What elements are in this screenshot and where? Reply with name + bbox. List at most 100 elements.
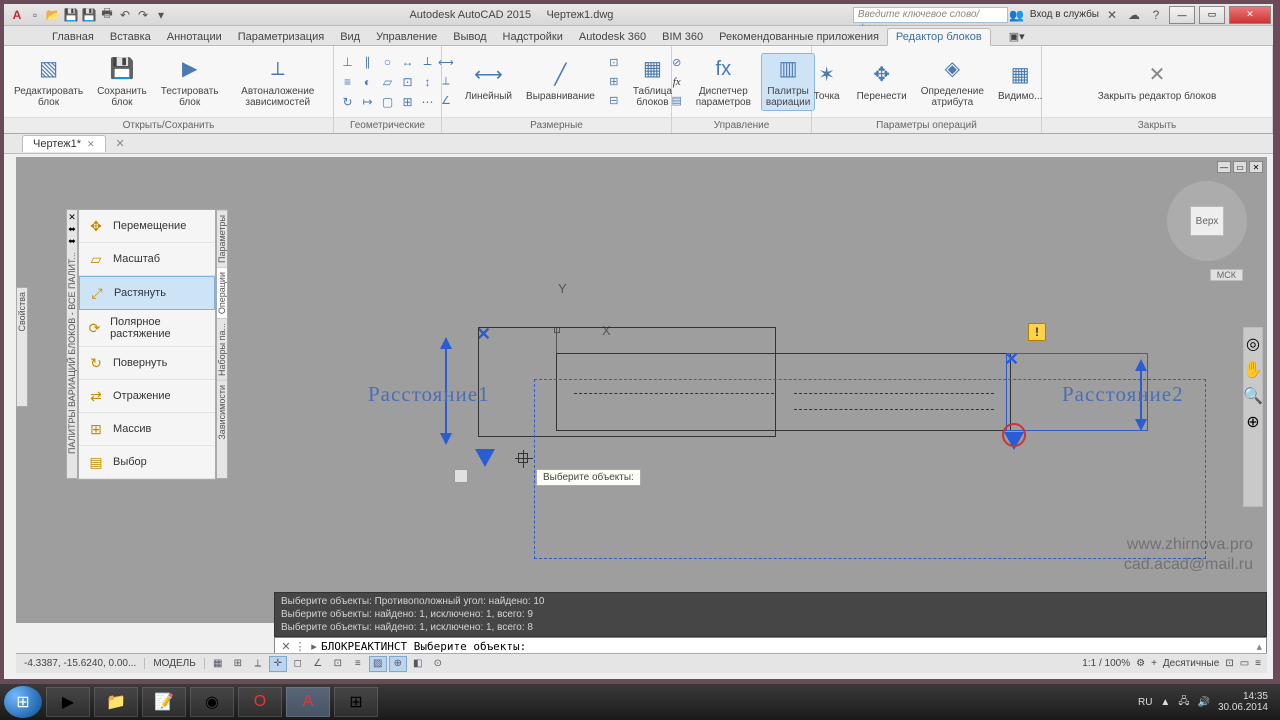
palette-item-polar-stretch[interactable]: ⟳Полярное растяжение <box>79 310 215 347</box>
tab-bim360[interactable]: BIM 360 <box>654 29 711 45</box>
cmdline-close-icon[interactable]: ✕ <box>279 640 293 653</box>
tray-volume-icon[interactable]: 🔊 <box>1197 697 1209 708</box>
palette-item-rotate[interactable]: ↻Повернуть <box>79 347 215 380</box>
base-point-marker[interactable] <box>1002 423 1026 447</box>
lwt-toggle[interactable]: ≡ <box>349 656 367 672</box>
viewcube[interactable]: Верх <box>1167 181 1247 261</box>
search-input[interactable]: Введите ключевое слово/фразу <box>853 7 1008 23</box>
action-badge-icon[interactable] <box>454 469 468 483</box>
palette-item-flip[interactable]: ⇄Отражение <box>79 380 215 413</box>
taskbar-opera[interactable]: O <box>238 687 282 717</box>
save-block-button[interactable]: 💾Сохранить блок <box>93 54 151 110</box>
canvas-close-icon[interactable]: ✕ <box>1249 161 1263 173</box>
customize-icon[interactable]: ≡ <box>1255 658 1261 669</box>
param-manager-button[interactable]: fxДиспетчер параметров <box>692 54 755 110</box>
tab-parametric[interactable]: Параметризация <box>230 29 332 45</box>
drawing-canvas[interactable]: —▭✕ Свойства ✕ ⬌ ⬌ ПАЛИТРЫ ВАРИАЦИЙ БЛОК… <box>16 157 1267 623</box>
cloud-icon[interactable]: ☁ <box>1125 6 1143 24</box>
print-icon[interactable]: 🖶 <box>98 6 116 24</box>
new-icon[interactable]: ▫ <box>26 6 44 24</box>
dyn-toggle[interactable]: ⊡ <box>329 656 347 672</box>
palette-menu-icon[interactable]: ⬌ <box>67 236 77 246</box>
close-editor-button[interactable]: ✕Закрыть редактор блоков <box>1094 59 1221 104</box>
point-param-button[interactable]: ✶Точка <box>807 59 847 104</box>
tab-a360[interactable]: Autodesk 360 <box>571 29 654 45</box>
taskbar-notepad[interactable]: 📝 <box>142 687 186 717</box>
qp-toggle[interactable]: ⊕ <box>389 656 407 672</box>
anno-scale[interactable]: 1:1 / 100% <box>1082 658 1130 669</box>
auto-constrain-button[interactable]: ⟂Автоналожение зависимостей <box>229 54 327 110</box>
tab-home[interactable]: Главная <box>44 29 102 45</box>
tab-output[interactable]: Вывод <box>445 29 494 45</box>
save-icon[interactable]: 💾 <box>62 6 80 24</box>
tray-network-icon[interactable]: 🖧 <box>1178 694 1189 711</box>
open-icon[interactable]: 📂 <box>44 6 62 24</box>
palette-item-lookup[interactable]: ▤Выбор <box>79 446 215 479</box>
properties-strip[interactable]: Свойства <box>16 287 28 407</box>
palette-titlebar[interactable]: ✕ ⬌ ⬌ ПАЛИТРЫ ВАРИАЦИЙ БЛОКОВ - ВСЕ ПАЛИ… <box>66 209 78 479</box>
clean-screen-icon[interactable]: ▭ <box>1240 658 1249 669</box>
tray-clock[interactable]: 14:35 30.06.2014 <box>1218 691 1268 713</box>
geometric-constraints-grid[interactable]: ⊥∥○↔⟂ ≡◐▱⊡↕ ↻↦▢⊞⋯ <box>338 52 437 111</box>
workspace-icon[interactable]: ⊡ <box>1225 658 1233 669</box>
palette-close-icon[interactable]: ✕ <box>67 212 77 222</box>
attr-def-button[interactable]: ◈Определение атрибута <box>917 54 988 110</box>
nav-bar[interactable]: ◎✋🔍⊕ <box>1243 327 1263 507</box>
edit-block-button[interactable]: ▧Редактировать блок <box>10 54 87 110</box>
dim-small-buttons[interactable]: ⟷⟂∠ <box>437 54 455 110</box>
ribbon-collapse-icon[interactable]: ▣▾ <box>1001 28 1033 45</box>
palette-tab-params[interactable]: Параметры <box>217 210 227 267</box>
grid-toggle[interactable]: ▦ <box>209 656 227 672</box>
taskbar-app[interactable]: ⊞ <box>334 687 378 717</box>
redo-icon[interactable]: ↷ <box>134 6 152 24</box>
tab-block-editor[interactable]: Редактор блоков <box>887 28 991 46</box>
nav-pan-icon[interactable]: ✋ <box>1243 360 1263 380</box>
move-action-button[interactable]: ✥Перенести <box>853 59 911 104</box>
app-logo-icon[interactable]: A <box>8 6 26 24</box>
manage-small[interactable]: ⊘fx▤ <box>668 54 686 110</box>
am-toggle[interactable]: ⊙ <box>429 656 447 672</box>
nav-orbit-icon[interactable]: ⊕ <box>1246 412 1259 432</box>
signin-link[interactable]: Вход в службы <box>1030 9 1099 20</box>
test-block-button[interactable]: ▶Тестировать блок <box>157 54 223 110</box>
taskbar-explorer[interactable]: 📁 <box>94 687 138 717</box>
snap-toggle[interactable]: ⊞ <box>229 656 247 672</box>
tab-annotate[interactable]: Аннотации <box>159 29 230 45</box>
polar-toggle[interactable]: ✛ <box>269 656 287 672</box>
cmdline-handle-icon[interactable]: ⋮ <box>293 640 307 653</box>
help-icon[interactable]: ? <box>1147 6 1165 24</box>
align-dim-button[interactable]: ╱Выравнивание <box>522 59 599 104</box>
palette-tab-constraints[interactable]: Зависимости <box>217 380 227 444</box>
new-tab-button[interactable]: ✕ <box>110 135 131 152</box>
minimize-button[interactable]: — <box>1169 6 1195 24</box>
qat-drop-icon[interactable]: ▾ <box>152 6 170 24</box>
tab-manage[interactable]: Управление <box>368 29 445 45</box>
gear-icon[interactable]: ⚙ <box>1136 658 1145 669</box>
warning-icon[interactable]: ! <box>1028 323 1046 341</box>
tray-flag-icon[interactable]: ▲ <box>1160 697 1170 708</box>
units-readout[interactable]: Десятичные <box>1163 658 1219 669</box>
palette-tab-sets[interactable]: Наборы па... <box>217 318 227 380</box>
palette-tab-actions[interactable]: Операции <box>217 267 227 318</box>
visibility-button[interactable]: ▦Видимо... <box>994 59 1046 104</box>
taskbar-autocad[interactable]: A <box>286 687 330 717</box>
palette-item-array[interactable]: ⊞Массив <box>79 413 215 446</box>
taskbar-chrome[interactable]: ◉ <box>190 687 234 717</box>
stretch-grip-1[interactable] <box>475 449 495 467</box>
tab-addins[interactable]: Надстройки <box>495 29 571 45</box>
plus-icon[interactable]: + <box>1151 658 1157 669</box>
transparency-toggle[interactable]: ▨ <box>369 656 387 672</box>
sc-toggle[interactable]: ◧ <box>409 656 427 672</box>
otrack-toggle[interactable]: ∠ <box>309 656 327 672</box>
file-tab-1[interactable]: Чертеж1*✕ <box>22 135 106 152</box>
ucs-badge[interactable]: МСК <box>1210 269 1243 281</box>
tab-view[interactable]: Вид <box>332 29 368 45</box>
exchange-icon[interactable]: ✕ <box>1103 6 1121 24</box>
osnap-toggle[interactable]: ◻ <box>289 656 307 672</box>
undo-icon[interactable]: ↶ <box>116 6 134 24</box>
linear-dim-button[interactable]: ⟷Линейный <box>461 59 516 104</box>
command-history[interactable]: Выберите объекты: Противоположный угол: … <box>274 592 1267 637</box>
param-grip-x2[interactable]: ✕ <box>1004 349 1019 370</box>
taskbar-media-player[interactable]: ▶ <box>46 687 90 717</box>
nav-wheel-icon[interactable]: ◎ <box>1246 334 1260 354</box>
